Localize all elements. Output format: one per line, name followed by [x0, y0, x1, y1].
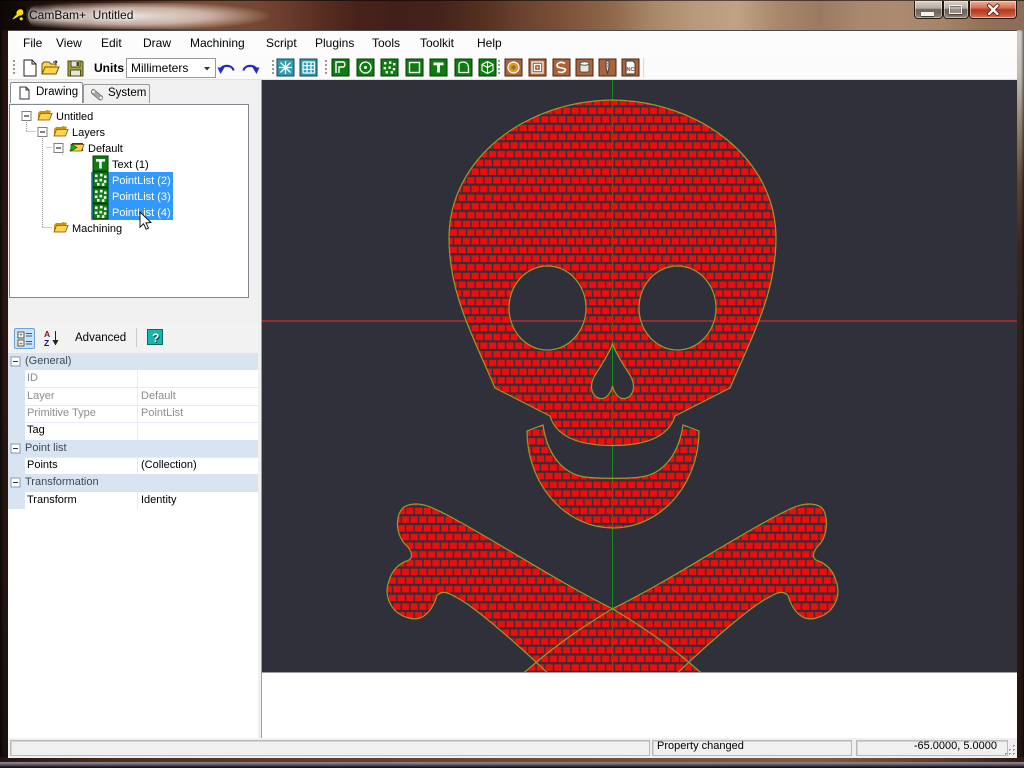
- svg-text:+: +: [19, 333, 23, 339]
- svg-text:Layers: Layers: [72, 127, 106, 139]
- svg-text:PointList (3): PointList (3): [112, 191, 171, 203]
- svg-text:Text (1): Text (1): [112, 159, 149, 171]
- svg-text:NC: NC: [627, 67, 635, 73]
- svg-text:PointList (2): PointList (2): [112, 175, 171, 187]
- svg-text:+: +: [19, 342, 23, 348]
- svg-text:Units: Units: [94, 61, 124, 75]
- svg-text:Machining: Machining: [72, 223, 122, 235]
- svg-text:Millimeters: Millimeters: [131, 61, 188, 75]
- svg-text:Untitled: Untitled: [56, 111, 93, 123]
- svg-text:Default: Default: [88, 143, 123, 155]
- svg-text:Z: Z: [44, 338, 49, 347]
